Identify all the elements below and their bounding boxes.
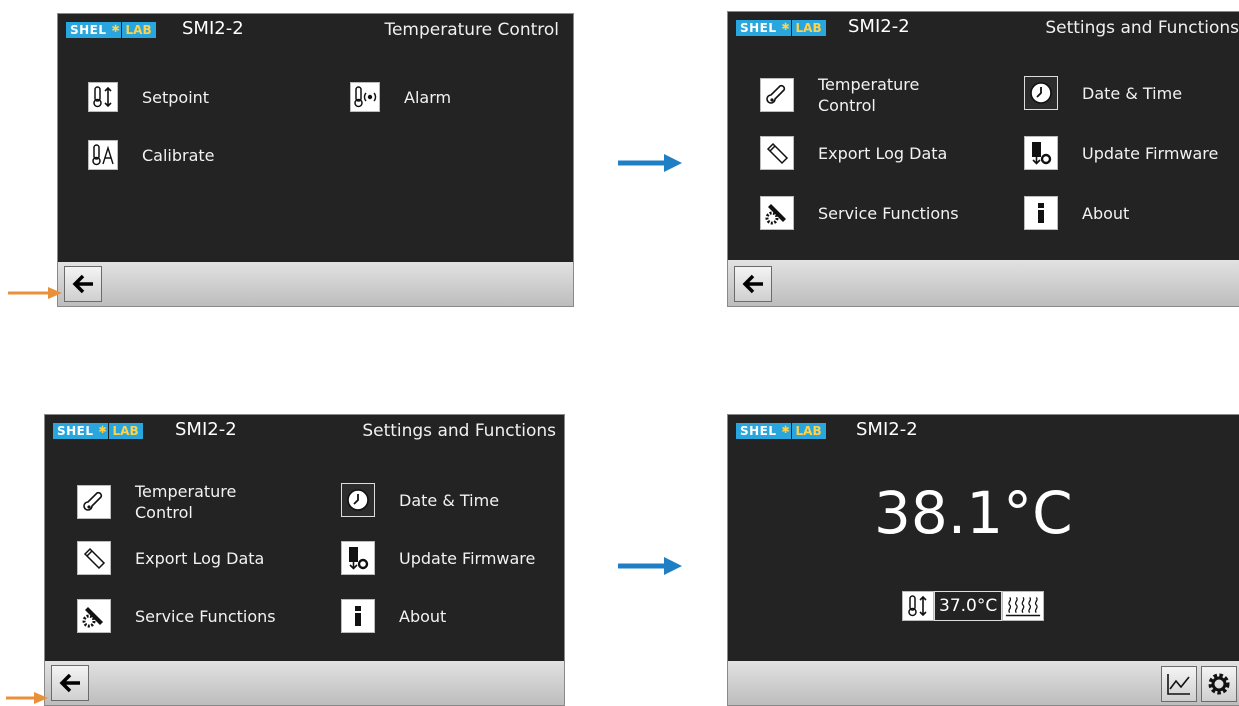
- thermometer-calibrate-icon: [88, 140, 118, 170]
- back-arrow-icon: [72, 274, 93, 294]
- setpoint-display[interactable]: 37.0°C: [902, 591, 1045, 621]
- screen-title: Temperature Control: [384, 20, 559, 40]
- export-log-data-menu-item[interactable]: Export Log Data: [77, 541, 264, 575]
- temperature-control-menu-item[interactable]: Temperature Control: [77, 481, 236, 523]
- setpoint-label: Setpoint: [142, 87, 210, 107]
- clock-icon: [1024, 76, 1058, 110]
- about-menu-item[interactable]: About: [1024, 196, 1129, 230]
- update-firmware-label: Update Firmware: [399, 548, 536, 568]
- service-functions-label: Service Functions: [135, 606, 276, 626]
- thermometer-alarm-icon: [350, 82, 380, 112]
- screen-title: Settings and Functions: [362, 421, 556, 441]
- blue-arrow-right-top: [618, 154, 682, 172]
- screen-header: SHEL ✱ LAB SMI2-2: [728, 415, 1239, 451]
- usb-icon: [760, 136, 794, 170]
- back-arrow-icon: [59, 673, 80, 693]
- service-functions-menu-item[interactable]: Service Functions: [760, 196, 959, 230]
- firmware-icon: [341, 541, 375, 575]
- footer-bar: [45, 661, 564, 705]
- service-functions-menu-item[interactable]: Service Functions: [77, 599, 276, 633]
- info-icon: [1024, 196, 1058, 230]
- wrench-gear-icon: [77, 599, 111, 633]
- date-time-label: Date & Time: [399, 490, 500, 510]
- info-icon: [341, 599, 375, 633]
- thermometer-icon: [77, 485, 111, 519]
- orange-arrow-pointer-bottom: [6, 692, 48, 704]
- export-log-data-menu-item[interactable]: Export Log Data: [760, 136, 947, 170]
- screen-title: Settings and Functions: [1045, 18, 1239, 38]
- gear-icon: [1208, 673, 1230, 695]
- thermometer-updown-icon: [902, 591, 934, 621]
- back-button[interactable]: [64, 266, 102, 302]
- model-name: SMI2-2: [175, 419, 237, 440]
- back-button[interactable]: [51, 665, 89, 701]
- setpoint-menu-item[interactable]: Setpoint: [88, 82, 209, 112]
- date-time-label: Date & Time: [1082, 83, 1183, 103]
- shellab-logo: SHEL ✱ LAB: [736, 423, 826, 439]
- calibrate-label: Calibrate: [142, 145, 215, 165]
- update-firmware-menu-item[interactable]: Update Firmware: [1024, 136, 1218, 170]
- model-name: SMI2-2: [856, 419, 918, 440]
- blue-arrow-right-bottom: [618, 557, 682, 575]
- thermometer-icon: [760, 78, 794, 112]
- line-chart-icon: [1167, 674, 1190, 695]
- thermometer-updown-icon: [88, 82, 118, 112]
- calibrate-menu-item[interactable]: Calibrate: [88, 140, 215, 170]
- footer-bar: [58, 262, 573, 306]
- usb-icon: [77, 541, 111, 575]
- shellab-logo: SHEL ✱ LAB: [66, 22, 156, 38]
- heater-icon: [1002, 591, 1045, 621]
- home-screen: SHEL ✱ LAB SMI2-2 38.1°C 37.0°C: [727, 414, 1239, 706]
- temperature-control-menu-item[interactable]: Temperature Control: [760, 74, 919, 116]
- orange-arrow-pointer-top: [8, 287, 62, 299]
- graph-button[interactable]: [1161, 666, 1197, 702]
- back-arrow-icon: [742, 274, 763, 294]
- settings-functions-screen-bottom: SHEL ✱ LAB SMI2-2 Settings and Functions T…: [44, 414, 565, 706]
- about-menu-item[interactable]: About: [341, 599, 446, 633]
- model-name: SMI2-2: [182, 18, 244, 39]
- settings-button[interactable]: [1201, 666, 1237, 702]
- update-firmware-label: Update Firmware: [1082, 143, 1219, 163]
- alarm-menu-item[interactable]: Alarm: [350, 82, 451, 112]
- back-button[interactable]: [734, 266, 772, 302]
- settings-functions-screen-top: SHEL ✱ LAB SMI2-2 Settings and Functions T…: [727, 11, 1239, 307]
- service-functions-label: Service Functions: [818, 203, 959, 223]
- shellab-logo: SHEL ✱ LAB: [736, 20, 826, 36]
- temperature-control-label: Temperature Control: [135, 482, 237, 522]
- export-log-data-label: Export Log Data: [818, 143, 948, 163]
- export-log-data-label: Export Log Data: [135, 548, 265, 568]
- about-label: About: [1082, 203, 1130, 223]
- about-label: About: [399, 606, 447, 626]
- temperature-control-screen: SHEL ✱ LAB SMI2-2 Temperature Control Setp…: [57, 13, 574, 307]
- date-time-menu-item[interactable]: Date & Time: [1024, 76, 1182, 110]
- screen-header: SHEL ✱ LAB SMI2-2 Temperature Control: [58, 14, 573, 50]
- footer-bar: [728, 260, 1239, 306]
- model-name: SMI2-2: [848, 16, 910, 37]
- current-temperature: 38.1°C: [874, 479, 1073, 547]
- alarm-label: Alarm: [404, 87, 452, 107]
- wrench-gear-icon: [760, 196, 794, 230]
- screen-header: SHEL ✱ LAB SMI2-2 Settings and Functions: [45, 415, 564, 451]
- date-time-menu-item[interactable]: Date & Time: [341, 483, 499, 517]
- firmware-icon: [1024, 136, 1058, 170]
- clock-icon: [341, 483, 375, 517]
- shellab-logo: SHEL ✱ LAB: [53, 423, 143, 439]
- update-firmware-menu-item[interactable]: Update Firmware: [341, 541, 535, 575]
- temperature-control-label: Temperature Control: [818, 75, 920, 115]
- setpoint-value: 37.0°C: [934, 591, 1003, 621]
- screen-header: SHEL ✱ LAB SMI2-2 Settings and Functions: [728, 12, 1239, 48]
- footer-bar: [728, 661, 1239, 705]
